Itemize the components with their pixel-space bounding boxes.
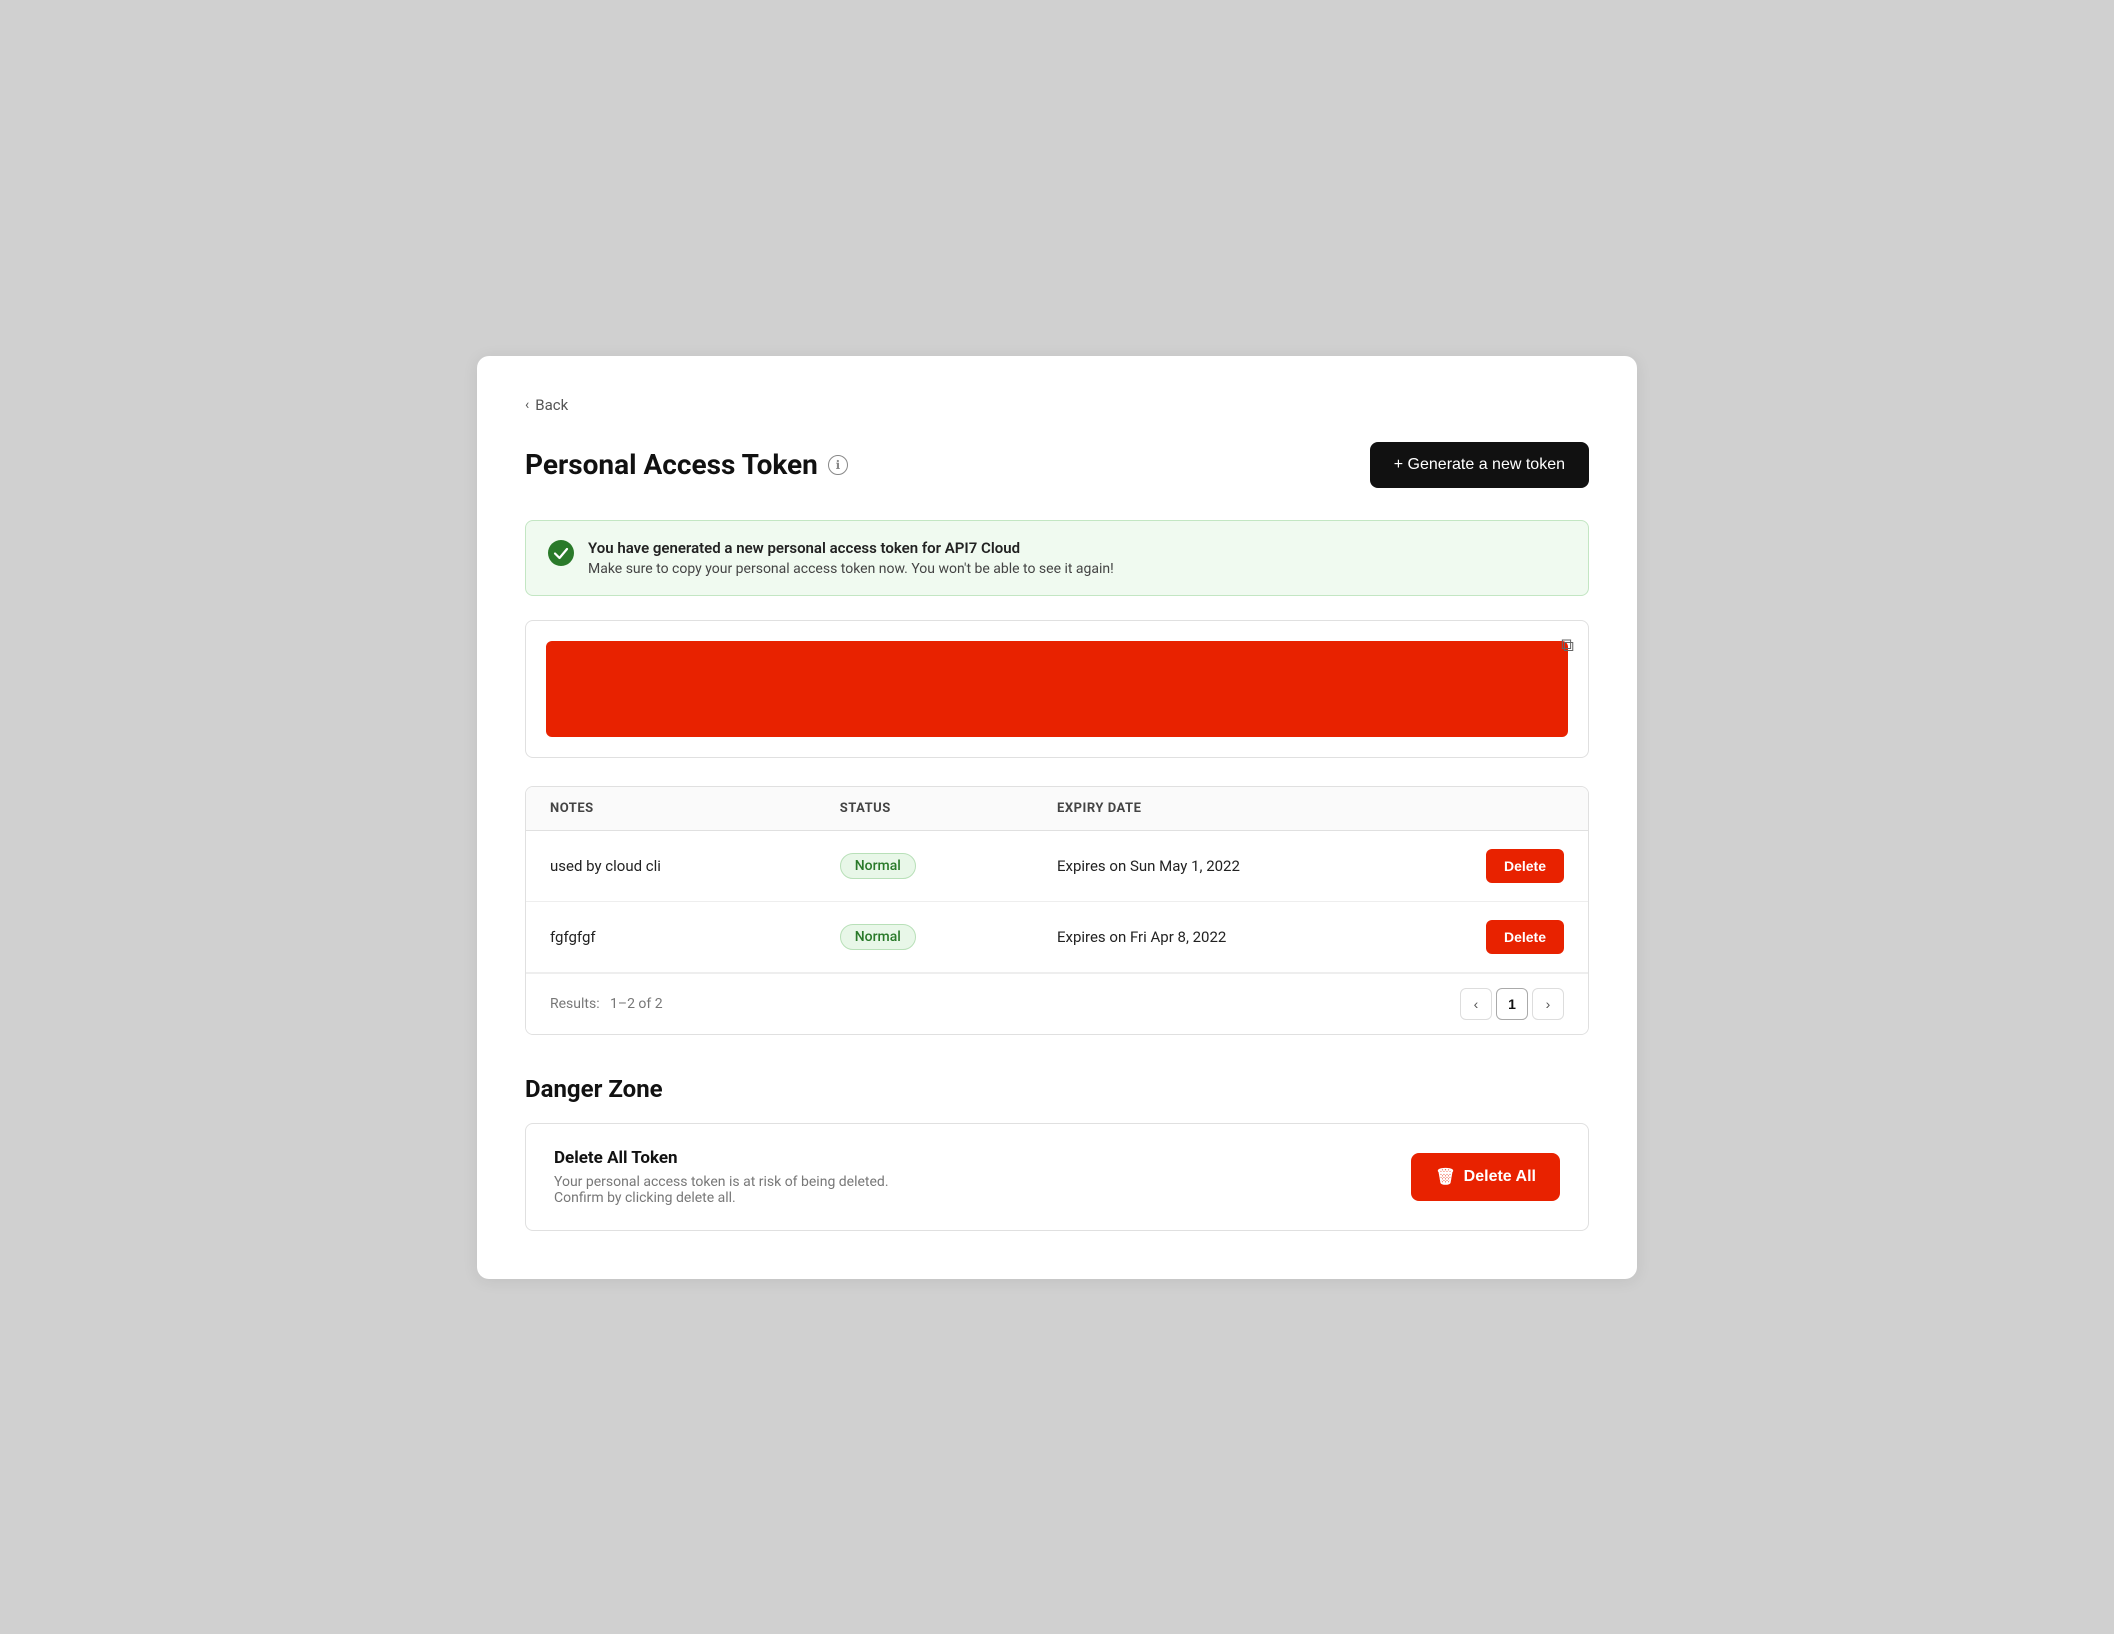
- trash-icon: 🗑: [1435, 1167, 1455, 1187]
- title-area: Personal Access Token ℹ: [525, 448, 848, 481]
- status-badge: Normal: [840, 853, 916, 879]
- col-header-notes: NOTES: [550, 801, 840, 816]
- tokens-table: NOTES STATUS EXPIRY DATE used by cloud c…: [525, 786, 1589, 1035]
- token-display: [546, 641, 1568, 737]
- results-text: Results: 1–2 of 2: [550, 996, 663, 1012]
- danger-card-text: Delete All Token Your personal access to…: [554, 1148, 889, 1206]
- delete-all-label: Delete All: [1464, 1168, 1536, 1186]
- success-main-text: You have generated a new personal access…: [588, 539, 1114, 557]
- success-banner: You have generated a new personal access…: [525, 520, 1589, 596]
- row1-action: Delete: [1419, 849, 1564, 883]
- danger-card: Delete All Token Your personal access to…: [525, 1123, 1589, 1231]
- main-card: ‹ Back Personal Access Token ℹ + Generat…: [477, 356, 1637, 1279]
- danger-zone-section: Danger Zone Delete All Token Your person…: [525, 1075, 1589, 1231]
- back-link[interactable]: ‹ Back: [525, 396, 1589, 414]
- info-icon[interactable]: ℹ: [828, 455, 848, 475]
- pagination-row: Results: 1–2 of 2 ‹ 1 ›: [526, 973, 1588, 1034]
- generate-token-button[interactable]: + Generate a new token: [1370, 442, 1589, 488]
- copy-icon[interactable]: ⧉: [1561, 635, 1574, 656]
- current-page-button[interactable]: 1: [1496, 988, 1528, 1020]
- row2-notes: fgfgfgf: [550, 928, 840, 946]
- row2-expiry: Expires on Fri Apr 8, 2022: [1057, 928, 1419, 946]
- danger-zone-title: Danger Zone: [525, 1075, 1589, 1103]
- pagination-controls: ‹ 1 ›: [1460, 988, 1564, 1020]
- page-header: Personal Access Token ℹ + Generate a new…: [525, 442, 1589, 488]
- back-label: Back: [535, 396, 568, 414]
- success-check-icon: [548, 540, 574, 566]
- row1-status: Normal: [840, 853, 1057, 879]
- next-page-button[interactable]: ›: [1532, 988, 1564, 1020]
- page-title: Personal Access Token: [525, 448, 818, 481]
- table-row: fgfgfgf Normal Expires on Fri Apr 8, 202…: [526, 902, 1588, 973]
- token-box-wrapper: ⧉: [525, 620, 1589, 758]
- table-header: NOTES STATUS EXPIRY DATE: [526, 787, 1588, 831]
- table-row: used by cloud cli Normal Expires on Sun …: [526, 831, 1588, 902]
- delete-button-row1[interactable]: Delete: [1486, 849, 1564, 883]
- row2-action: Delete: [1419, 920, 1564, 954]
- col-header-action: [1419, 801, 1564, 816]
- row1-notes: used by cloud cli: [550, 857, 840, 875]
- row2-status: Normal: [840, 924, 1057, 950]
- delete-button-row2[interactable]: Delete: [1486, 920, 1564, 954]
- col-header-status: STATUS: [840, 801, 1057, 816]
- danger-card-desc: Your personal access token is at risk of…: [554, 1174, 889, 1206]
- row1-expiry: Expires on Sun May 1, 2022: [1057, 857, 1419, 875]
- back-chevron-icon: ‹: [525, 397, 529, 413]
- prev-page-button[interactable]: ‹: [1460, 988, 1492, 1020]
- success-banner-text: You have generated a new personal access…: [588, 539, 1114, 577]
- status-badge: Normal: [840, 924, 916, 950]
- delete-all-button[interactable]: 🗑 Delete All: [1411, 1153, 1560, 1201]
- success-sub-text: Make sure to copy your personal access t…: [588, 561, 1114, 577]
- col-header-expiry: EXPIRY DATE: [1057, 801, 1419, 816]
- danger-card-heading: Delete All Token: [554, 1148, 889, 1168]
